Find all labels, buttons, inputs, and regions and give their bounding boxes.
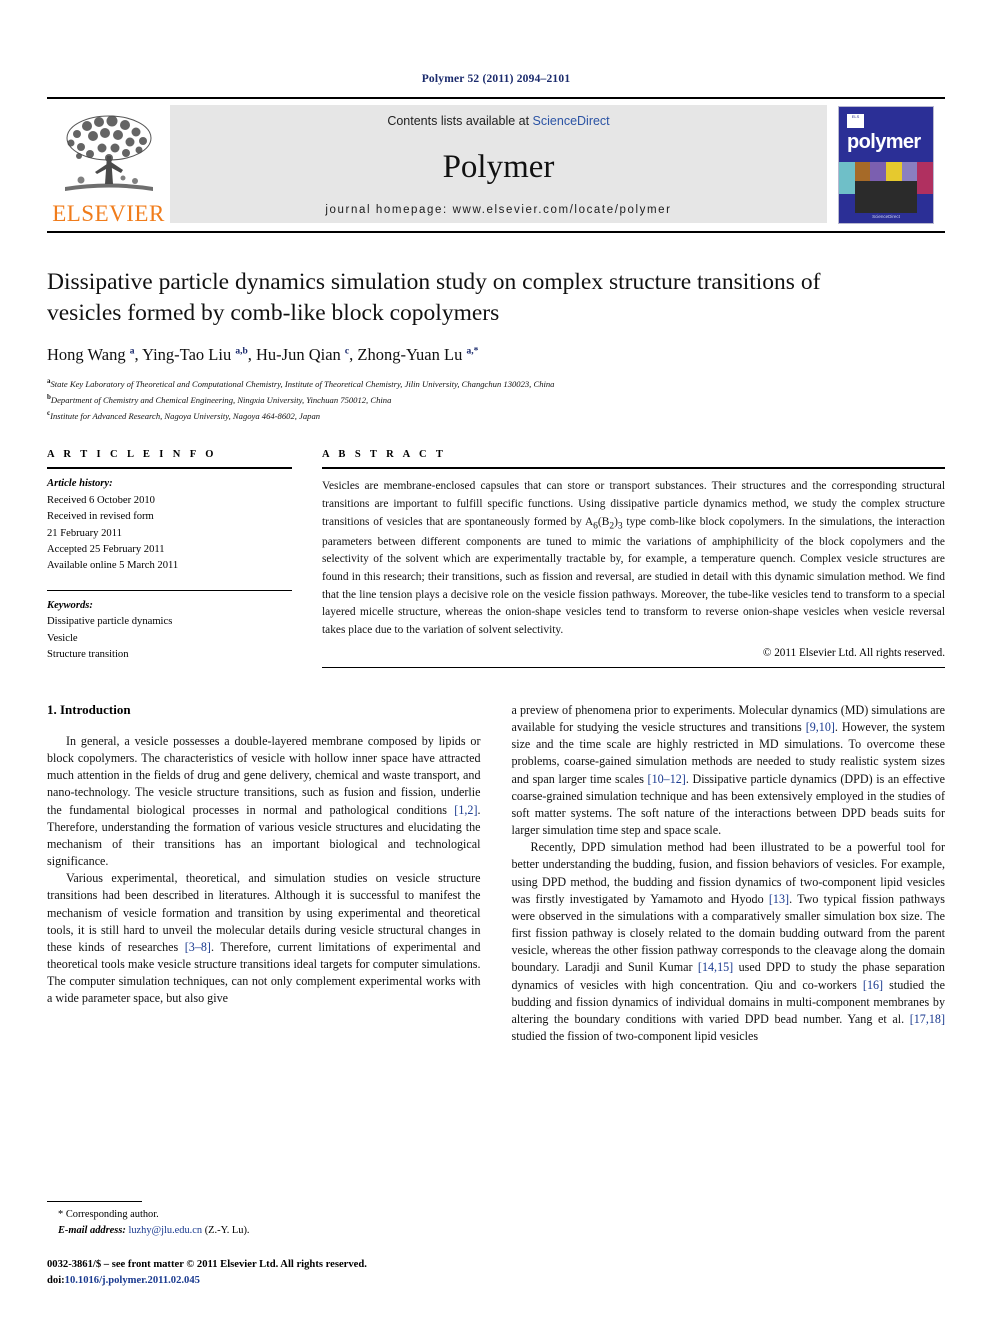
doi-link[interactable]: 10.1016/j.polymer.2011.02.045 — [65, 1275, 200, 1286]
cover-publisher-logo-icon: ELS — [847, 114, 864, 128]
cover-footer-text: ScienceDirect — [872, 214, 900, 219]
cover-journal-title: polymer — [847, 131, 921, 153]
author-list: Hong Wang a, Ying-Tao Liu a,b, Hu-Jun Qi… — [47, 345, 479, 365]
email-link[interactable]: luzhy@jlu.edu.cn — [128, 1225, 202, 1236]
email-suffix: (Z.-Y. Lu). — [204, 1224, 250, 1236]
keywords-block: Keywords: Dissipative particle dynamics … — [47, 591, 292, 664]
running-head: Polymer 52 (2011) 2094–2101 — [421, 73, 571, 85]
history-item: Available online 5 March 2011 — [47, 560, 179, 572]
affiliation-item: cInstitute for Advanced Research, Nagoya… — [47, 408, 945, 424]
keyword-item: Vesicle — [47, 632, 78, 644]
journal-homepage-line[interactable]: journal homepage: www.elsevier.com/locat… — [325, 204, 671, 216]
info-abstract-row: A R T I C L E I N F O Article history: R… — [47, 449, 945, 668]
article-info-column: A R T I C L E I N F O Article history: R… — [47, 449, 292, 667]
article-history-label: Article history: — [47, 478, 113, 490]
elsevier-logo: ELSEVIER — [47, 99, 170, 231]
paragraph: Recently, DPD simulation method had been… — [511, 840, 946, 1044]
article-history-block: Article history: Received 6 October 2010… — [47, 469, 292, 574]
journal-cover-thumbnail: ELS polymer ScienceDirect — [827, 99, 945, 231]
issn-line: 0032-3861/$ – see front matter © 2011 El… — [47, 1259, 367, 1271]
keywords-label: Keywords: — [47, 599, 93, 611]
abstract-column: A B S T R A C T Vesicles are membrane-en… — [322, 449, 945, 668]
abstract-heading: A B S T R A C T — [322, 449, 447, 461]
corresponding-author-line: * Corresponding author. — [47, 1207, 472, 1223]
title-block: Dissipative particle dynamics simulation… — [47, 233, 945, 423]
paper-page: Polymer 52 (2011) 2094–2101 ELSEVIER Con… — [0, 0, 992, 1323]
abstract-copyright: © 2011 Elsevier Ltd. All rights reserved… — [762, 646, 945, 659]
affiliation-text: Department of Chemistry and Chemical Eng… — [50, 394, 392, 405]
body-column-left: 1. Introduction In general, a vesicle po… — [47, 702, 481, 1045]
history-item: Received in revised form — [47, 511, 154, 523]
journal-title: Polymer — [442, 148, 555, 185]
elsevier-wordmark: ELSEVIER — [52, 201, 165, 226]
history-item: 21 February 2011 — [47, 527, 122, 539]
affiliation-list: aState Key Laboratory of Theoretical and… — [47, 376, 945, 423]
footnote-area: * Corresponding author. E-mail address: … — [47, 1201, 472, 1289]
paragraph: Various experimental, theoretical, and s… — [47, 871, 481, 1006]
section-heading-introduction: 1. Introduction — [47, 701, 131, 717]
cover-image: ELS polymer ScienceDirect — [838, 106, 934, 224]
keyword-item: Dissipative particle dynamics — [47, 616, 173, 628]
masthead-center-panel: Contents lists available at ScienceDirec… — [170, 105, 827, 223]
cover-center-micrograph — [855, 181, 917, 213]
doi-line: doi:10.1016/j.polymer.2011.02.045 — [47, 1273, 472, 1289]
contents-prefix: Contents lists available at — [387, 114, 533, 128]
article-info-heading: A R T I C L E I N F O — [47, 449, 217, 461]
abstract-bottom-rule — [322, 666, 945, 668]
page-title: Dissipative particle dynamics simulation… — [47, 269, 821, 326]
sciencedirect-link[interactable]: ScienceDirect — [533, 114, 610, 128]
affiliation-item: bDepartment of Chemistry and Chemical En… — [47, 392, 945, 408]
doi-prefix: doi: — [47, 1275, 65, 1287]
keyword-item: Structure transition — [47, 649, 129, 661]
corresponding-marker: * — [58, 1209, 64, 1220]
footnote-rule — [47, 1201, 142, 1202]
journal-masthead: ELSEVIER Contents lists available at Sci… — [47, 99, 945, 231]
body-column-right: a preview of phenomena prior to experime… — [512, 702, 946, 1045]
history-item: Received 6 October 2010 — [47, 494, 155, 506]
email-label: E-mail address: — [58, 1224, 126, 1236]
abstract-text: Vesicles are membrane-enclosed capsules … — [322, 480, 945, 637]
affiliation-item: aState Key Laboratory of Theoretical and… — [47, 376, 945, 392]
body-columns: 1. Introduction In general, a vesicle po… — [47, 702, 945, 1045]
elsevier-tree-icon — [64, 115, 153, 191]
paragraph: a preview of phenomena prior to experime… — [511, 702, 946, 838]
email-line: E-mail address: luzhy@jlu.edu.cn (Z.-Y. … — [47, 1223, 472, 1239]
corresponding-label: Corresponding author. — [65, 1209, 159, 1220]
paragraph: In general, a vesicle possesses a double… — [47, 733, 481, 869]
contents-available-line: Contents lists available at ScienceDirec… — [387, 114, 609, 128]
affiliation-text: Institute for Advanced Research, Nagoya … — [50, 410, 321, 421]
history-item: Accepted 25 February 2011 — [47, 544, 165, 556]
affiliation-text: State Key Laboratory of Theoretical and … — [50, 378, 555, 389]
issn-copyright-block: 0032-3861/$ – see front matter © 2011 El… — [47, 1257, 472, 1289]
